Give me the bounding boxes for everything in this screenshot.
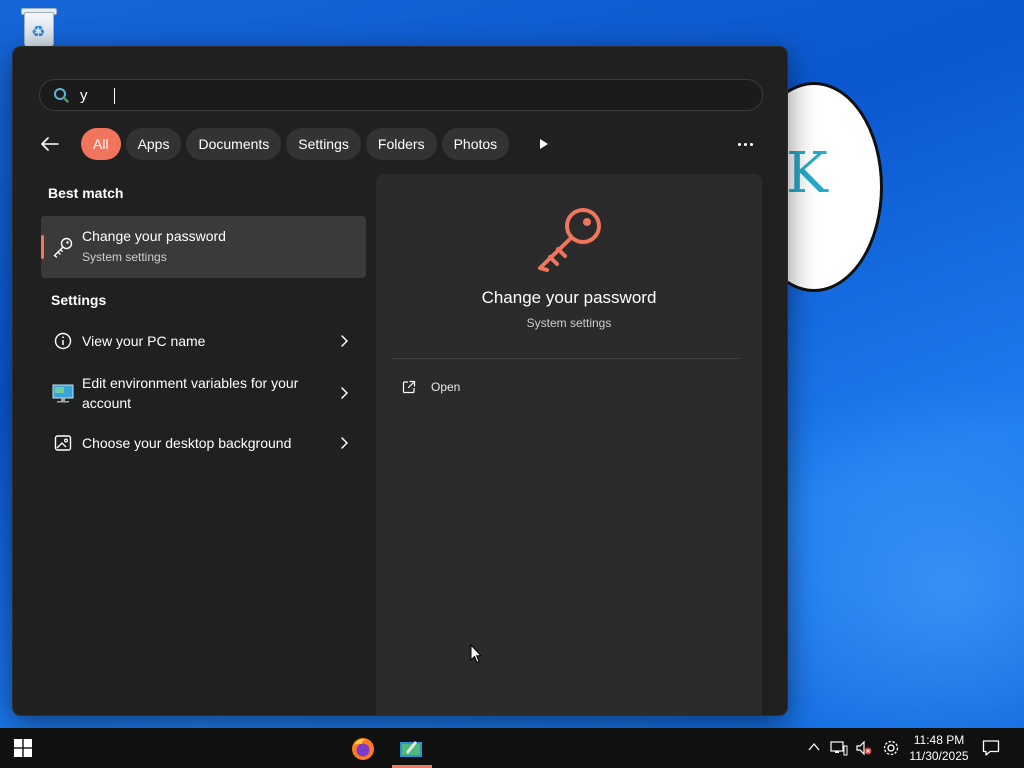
key-icon bbox=[53, 237, 73, 258]
notification-icon[interactable] bbox=[982, 739, 1000, 757]
filter-bar: All Apps Documents Settings Folders Phot… bbox=[41, 128, 556, 160]
filter-chip-photos[interactable]: Photos bbox=[441, 128, 510, 160]
settings-heading: Settings bbox=[51, 292, 107, 308]
info-icon bbox=[54, 332, 72, 350]
chevron-right-icon[interactable] bbox=[340, 387, 348, 399]
open-action-label: Open bbox=[431, 380, 461, 394]
app-icon[interactable] bbox=[398, 736, 424, 762]
filter-chip-documents[interactable]: Documents bbox=[186, 128, 282, 160]
clock-date: 11/30/2025 bbox=[909, 749, 969, 763]
settings-item-label: Choose your desktop background bbox=[82, 435, 292, 451]
firefox-icon[interactable] bbox=[350, 736, 376, 762]
search-panel: All Apps Documents Settings Folders Phot… bbox=[13, 47, 787, 715]
best-match-subtitle: System settings bbox=[82, 250, 167, 264]
settings-item-view-pc-name[interactable]: View your PC name bbox=[41, 329, 366, 353]
settings-item-label: Edit environment variables for your acco… bbox=[82, 375, 299, 411]
back-button[interactable] bbox=[41, 128, 77, 160]
windows-start-icon[interactable] bbox=[14, 739, 32, 757]
details-title: Change your password bbox=[481, 288, 657, 307]
recycle-bin-icon[interactable]: ♻ bbox=[20, 6, 58, 50]
mouse-cursor-icon bbox=[470, 644, 482, 664]
settings-item-label: View your PC name bbox=[82, 333, 206, 349]
open-external-icon bbox=[402, 380, 416, 394]
key-icon bbox=[538, 208, 601, 272]
chevron-right-icon[interactable] bbox=[340, 335, 348, 347]
gear-icon[interactable] bbox=[882, 739, 900, 757]
volume-muted-icon[interactable] bbox=[855, 740, 873, 756]
chevron-up-icon[interactable] bbox=[808, 742, 820, 752]
selection-indicator bbox=[41, 235, 44, 259]
filter-chip-folders[interactable]: Folders bbox=[365, 128, 437, 160]
clock-time: 11:48 PM bbox=[913, 733, 965, 747]
settings-item-env-variables[interactable]: Edit environment variables for your acco… bbox=[41, 373, 366, 413]
details-divider bbox=[392, 358, 740, 359]
taskbar-clock[interactable]: 11:48 PM 11/30/2025 bbox=[902, 732, 976, 764]
best-match-heading: Best match bbox=[48, 185, 124, 201]
search-input[interactable] bbox=[80, 84, 740, 106]
open-action[interactable]: Open bbox=[402, 380, 460, 394]
text-caret bbox=[114, 88, 115, 104]
taskbar: 11:48 PM 11/30/2025 bbox=[0, 728, 1024, 768]
network-icon[interactable] bbox=[830, 740, 848, 756]
filter-chip-apps[interactable]: Apps bbox=[125, 128, 182, 160]
details-subtitle: System settings bbox=[526, 316, 612, 330]
more-options-button[interactable] bbox=[729, 133, 761, 155]
details-pane: Change your password System settings Ope… bbox=[376, 174, 762, 715]
filter-chip-settings[interactable]: Settings bbox=[286, 128, 361, 160]
best-match-title: Change your password bbox=[82, 228, 226, 244]
search-icon bbox=[54, 88, 69, 103]
more-filters-button[interactable] bbox=[532, 128, 556, 160]
play-icon bbox=[540, 139, 549, 149]
filter-chip-all[interactable]: All bbox=[81, 128, 121, 160]
more-dot-icon bbox=[737, 142, 741, 146]
best-match-result[interactable]: Change your password System settings bbox=[41, 216, 366, 278]
picture-icon bbox=[54, 435, 72, 451]
settings-item-desktop-background[interactable]: Choose your desktop background bbox=[41, 431, 366, 455]
chevron-right-icon[interactable] bbox=[340, 437, 348, 449]
search-box[interactable] bbox=[39, 79, 763, 111]
monitor-icon bbox=[52, 384, 74, 403]
back-arrow-icon bbox=[41, 137, 59, 151]
